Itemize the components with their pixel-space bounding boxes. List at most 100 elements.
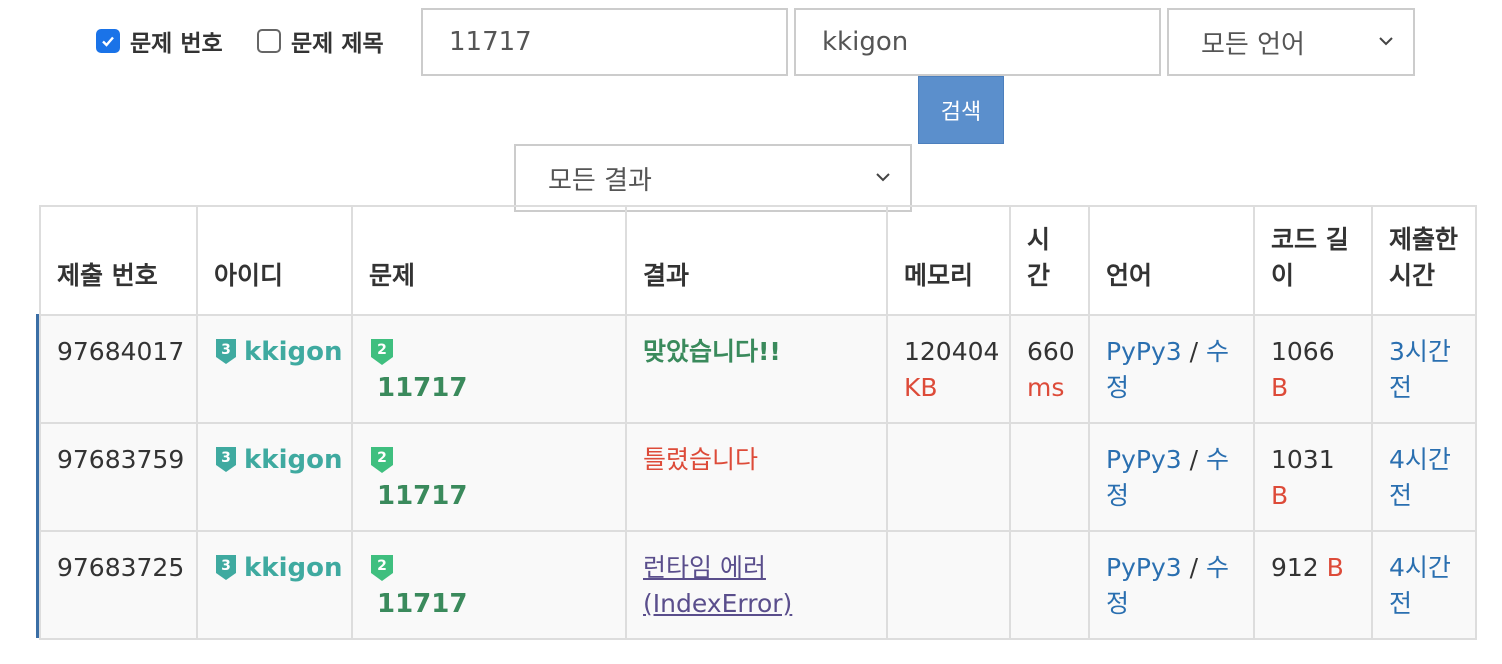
- result-text: 맞았습니다!!: [643, 337, 781, 366]
- submitted-time-cell: 4시간 전: [1371, 530, 1477, 640]
- user-tier-badge-icon: 3: [216, 339, 236, 364]
- memory-cell: 120404 KB: [886, 314, 1011, 424]
- table-row: 97683725 3 kkigon 2 11717 런타임 에러 (IndexE…: [39, 530, 1477, 640]
- submitted-time-cell: 4시간 전: [1371, 422, 1477, 532]
- user-link-label: kkigon: [244, 337, 343, 367]
- submitted-time-link[interactable]: 3시간 전: [1389, 337, 1451, 402]
- submitted-time-link[interactable]: 4시간 전: [1389, 445, 1451, 510]
- code-length-unit: B: [1326, 553, 1344, 582]
- problem-cell: 2 11717: [351, 314, 627, 424]
- code-length-cell: 1031 B: [1253, 422, 1373, 532]
- code-length-cell: 1066 B: [1253, 314, 1373, 424]
- problem-number-input[interactable]: 11717: [421, 8, 788, 76]
- code-length-value: 1031: [1271, 445, 1335, 474]
- header-language: 언어: [1088, 205, 1255, 316]
- language-cell: PyPy3 / 수정: [1088, 530, 1255, 640]
- problem-id-checkbox[interactable]: 문제 번호: [96, 24, 223, 58]
- user-link[interactable]: 3 kkigon: [214, 442, 342, 478]
- time-cell: [1009, 422, 1090, 532]
- submitted-time-cell: 3시간 전: [1371, 314, 1477, 424]
- header-memory: 메모리: [886, 205, 1011, 316]
- submission-id: 97683725: [39, 530, 198, 640]
- user-link[interactable]: 3 kkigon: [214, 334, 342, 370]
- problem-link[interactable]: 11717: [369, 589, 467, 619]
- user-cell: 3 kkigon: [196, 530, 353, 640]
- code-length-value: 912: [1271, 553, 1319, 582]
- language-separator: /: [1189, 553, 1199, 582]
- time-cell: 660 ms: [1009, 314, 1090, 424]
- user-id-input-value: kkigon: [822, 27, 909, 57]
- search-button[interactable]: 검색: [918, 76, 1004, 144]
- checkbox-unchecked-icon[interactable]: [257, 29, 281, 53]
- chevron-down-icon: [876, 173, 890, 182]
- result-link[interactable]: 런타임 에러 (IndexError): [643, 553, 792, 618]
- result-text: 틀렸습니다: [643, 445, 759, 474]
- memory-cell: [886, 422, 1011, 532]
- result-cell: 맞았습니다!!: [625, 314, 888, 424]
- time-unit: ms: [1027, 373, 1065, 402]
- table-row: 97683759 3 kkigon 2 11717 틀렸습니다 PyPy3 / …: [39, 422, 1477, 532]
- result-select[interactable]: 모든 결과: [514, 144, 912, 212]
- memory-value: 120404: [904, 337, 1000, 366]
- problem-tier-number: 2: [377, 342, 387, 358]
- header-result: 결과: [625, 205, 888, 316]
- problem-tier-badge-icon: 2: [371, 555, 393, 581]
- problem-tier-number: 2: [377, 450, 387, 466]
- problem-link[interactable]: 11717: [369, 373, 467, 403]
- problem-id-checkbox-label: 문제 번호: [130, 31, 223, 57]
- header-submitted-time: 제출한 시간: [1371, 205, 1477, 316]
- code-length-unit: B: [1271, 373, 1289, 402]
- language-separator: /: [1189, 445, 1199, 474]
- header-time: 시간: [1009, 205, 1090, 316]
- problem-link[interactable]: 11717: [369, 481, 467, 511]
- time-value: 660: [1027, 337, 1075, 366]
- code-length-cell: 912 B: [1253, 530, 1373, 640]
- language-link[interactable]: PyPy3: [1106, 445, 1182, 474]
- checkbox-checked-icon[interactable]: [96, 29, 120, 53]
- problem-title-checkbox[interactable]: 문제 제목: [257, 24, 384, 58]
- problem-number-input-value: 11717: [449, 27, 532, 57]
- time-cell: [1009, 530, 1090, 640]
- memory-cell: [886, 530, 1011, 640]
- status-table: 제출 번호 아이디 문제 결과 메모리 시간 언어 코드 길이 제출한 시간 9…: [39, 205, 1477, 640]
- language-select[interactable]: 모든 언어: [1167, 8, 1415, 76]
- result-cell: 틀렸습니다: [625, 422, 888, 532]
- code-length-unit: B: [1271, 481, 1289, 510]
- user-tier-number: 3: [221, 450, 231, 466]
- problem-cell: 2 11717: [351, 530, 627, 640]
- user-cell: 3 kkigon: [196, 422, 353, 532]
- submitted-time-link[interactable]: 4시간 전: [1389, 553, 1451, 618]
- table-header-row: 제출 번호 아이디 문제 결과 메모리 시간 언어 코드 길이 제출한 시간: [39, 205, 1477, 316]
- user-tier-badge-icon: 3: [216, 555, 236, 580]
- language-link[interactable]: PyPy3: [1106, 553, 1182, 582]
- chevron-down-icon: [1379, 37, 1393, 46]
- header-code-length: 코드 길이: [1253, 205, 1373, 316]
- language-separator: /: [1189, 337, 1199, 366]
- result-select-value: 모든 결과: [548, 165, 652, 196]
- table-row: 97684017 3 kkigon 2 11717 맞았습니다!! 120404…: [39, 314, 1477, 424]
- code-length-value: 1066: [1271, 337, 1335, 366]
- problem-tier-badge-icon: 2: [371, 447, 393, 473]
- language-cell: PyPy3 / 수정: [1088, 314, 1255, 424]
- submission-id: 97683759: [39, 422, 198, 532]
- language-cell: PyPy3 / 수정: [1088, 422, 1255, 532]
- user-tier-badge-icon: 3: [216, 447, 236, 472]
- problem-tier-badge-icon: 2: [371, 339, 393, 365]
- header-problem: 문제: [351, 205, 627, 316]
- language-select-value: 모든 언어: [1201, 29, 1305, 60]
- result-cell: 런타임 에러 (IndexError): [625, 530, 888, 640]
- user-id-input[interactable]: kkigon: [794, 8, 1161, 76]
- user-link-label: kkigon: [244, 553, 343, 583]
- problem-title-checkbox-label: 문제 제목: [291, 31, 384, 57]
- language-link[interactable]: PyPy3: [1106, 337, 1182, 366]
- user-link-label: kkigon: [244, 445, 343, 475]
- problem-tier-number: 2: [377, 558, 387, 574]
- submission-id: 97684017: [39, 314, 198, 424]
- memory-unit: KB: [904, 373, 938, 402]
- user-tier-number: 3: [221, 558, 231, 574]
- user-cell: 3 kkigon: [196, 314, 353, 424]
- user-link[interactable]: 3 kkigon: [214, 550, 342, 586]
- user-tier-number: 3: [221, 342, 231, 358]
- problem-cell: 2 11717: [351, 422, 627, 532]
- header-user-id: 아이디: [196, 205, 353, 316]
